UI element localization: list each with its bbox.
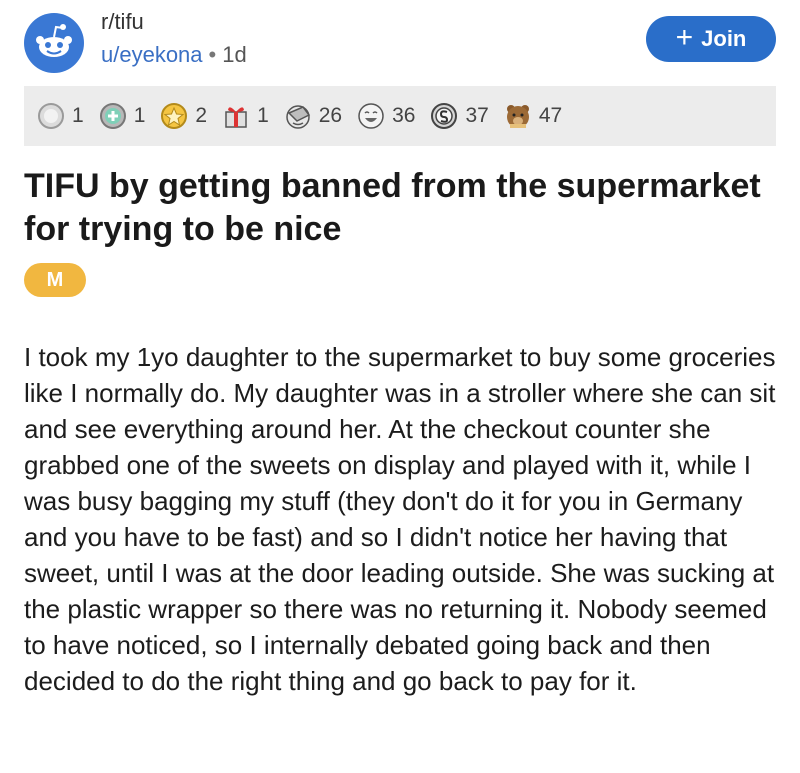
award-count: 1 — [133, 104, 146, 127]
award-count: 2 — [195, 104, 208, 127]
gift-award-icon — [225, 107, 247, 128]
award-gold-star[interactable]: 2 — [159, 101, 207, 131]
award-silver[interactable]: 1 — [36, 101, 84, 131]
subreddit-name[interactable]: r/tifu — [101, 9, 144, 35]
post-flair[interactable]: M — [24, 263, 86, 297]
award-count: 47 — [538, 104, 563, 127]
join-button[interactable]: + Join — [646, 16, 776, 62]
awards-bar[interactable]: 1 1 2 1 26 36 37 47 — [24, 86, 776, 146]
award-helpful[interactable]: 1 — [98, 101, 146, 131]
award-facepalm[interactable]: 26 — [283, 101, 342, 131]
post-meta: u/eyekona • 1d — [101, 42, 247, 68]
facepalm-award-icon — [286, 105, 310, 129]
award-snek[interactable]: 37 — [429, 101, 489, 131]
plus-icon: + — [675, 20, 694, 54]
reddit-alien-icon — [36, 24, 72, 57]
silver-award-icon — [38, 103, 64, 129]
author-link[interactable]: u/eyekona — [101, 42, 203, 67]
post-age: 1d — [222, 42, 247, 67]
helpful-award-icon — [99, 103, 126, 129]
award-gift[interactable]: 1 — [221, 101, 269, 131]
post-title[interactable]: TIFU by getting banned from the supermar… — [24, 165, 764, 251]
award-laughing[interactable]: 36 — [356, 101, 415, 131]
gold-star-award-icon — [161, 103, 188, 129]
meta-separator: • — [208, 42, 217, 67]
laughing-award-icon — [358, 103, 384, 129]
award-count: 1 — [72, 104, 84, 127]
join-label: Join — [701, 26, 747, 51]
award-bear[interactable]: 47 — [503, 101, 562, 131]
snek-award-icon — [431, 103, 458, 129]
subreddit-icon[interactable] — [24, 13, 84, 73]
bear-award-icon — [506, 105, 529, 128]
award-count: 26 — [318, 104, 343, 127]
award-count: 36 — [392, 104, 416, 127]
award-count: 1 — [257, 104, 269, 127]
award-count: 37 — [465, 104, 489, 127]
post-header: r/tifu u/eyekona • 1d + Join — [0, 0, 800, 80]
post-body: I took my 1yo daughter to the supermarke… — [24, 342, 776, 696]
